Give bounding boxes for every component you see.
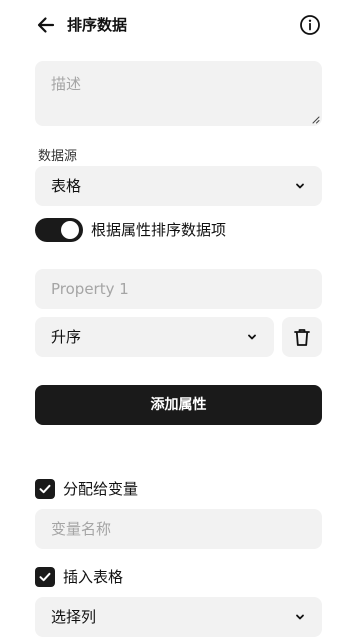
toggle-knob: [61, 221, 79, 239]
page-title: 排序数据: [67, 16, 128, 34]
header: 排序数据: [0, 0, 352, 50]
info-button[interactable]: [299, 14, 321, 36]
insert-table-label: 插入表格: [63, 568, 124, 586]
check-icon: [39, 484, 51, 494]
resize-grip-icon[interactable]: [312, 116, 320, 124]
sort-data-panel: 排序数据 描述 数据源 表格 根据属性排序数据项 Property 1 升序 添…: [0, 0, 352, 640]
chevron-down-icon: [248, 334, 256, 340]
sort-order-select[interactable]: 升序: [35, 317, 274, 357]
assign-variable-checkbox[interactable]: [35, 479, 55, 499]
delete-property-button[interactable]: [282, 317, 322, 357]
description-textarea[interactable]: 描述: [35, 61, 322, 126]
check-icon: [39, 572, 51, 582]
column-select[interactable]: 选择列: [35, 597, 322, 637]
info-circle-icon: [300, 15, 320, 35]
property-placeholder: Property 1: [51, 280, 129, 298]
data-source-select[interactable]: 表格: [35, 166, 322, 206]
description-placeholder: 描述: [51, 75, 82, 93]
property-input[interactable]: Property 1: [35, 269, 322, 309]
chevron-down-icon: [296, 614, 304, 620]
data-source-label: 数据源: [38, 149, 78, 164]
insert-table-checkbox[interactable]: [35, 567, 55, 587]
sort-by-property-toggle[interactable]: [35, 218, 83, 242]
sort-by-property-label: 根据属性排序数据项: [91, 221, 227, 239]
back-button[interactable]: [36, 15, 56, 35]
arrow-left-icon: [37, 17, 55, 33]
column-select-value: 选择列: [51, 608, 97, 626]
chevron-down-icon: [296, 183, 304, 189]
assign-variable-label: 分配给变量: [63, 480, 139, 498]
add-property-button[interactable]: 添加属性: [35, 385, 322, 425]
variable-name-input[interactable]: 变量名称: [35, 509, 322, 549]
sort-order-value: 升序: [51, 328, 82, 346]
data-source-value: 表格: [51, 177, 82, 195]
variable-name-placeholder: 变量名称: [51, 520, 112, 538]
trash-icon: [294, 329, 310, 346]
